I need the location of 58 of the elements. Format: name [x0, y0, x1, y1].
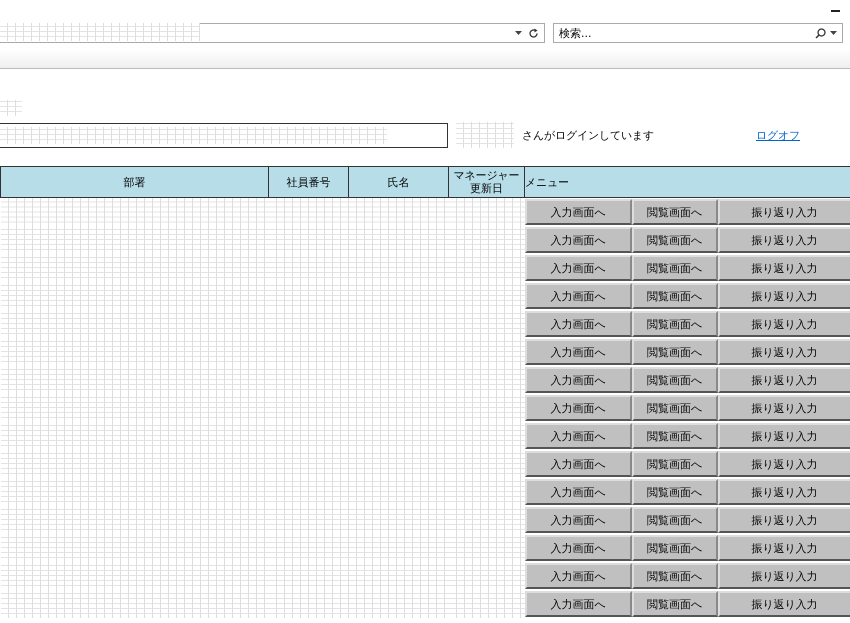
view-screen-button[interactable]: 閲覧画面へ [632, 227, 718, 253]
view-screen-button[interactable]: 閲覧画面へ [632, 395, 718, 421]
view-screen-button[interactable]: 閲覧画面へ [632, 339, 718, 365]
input-screen-button[interactable]: 入力画面へ [524, 479, 632, 505]
column-header: 氏名 [348, 166, 448, 198]
reflection-input-button[interactable]: 振り返り入力 [718, 507, 850, 533]
reflection-input-button[interactable]: 振り返り入力 [718, 227, 850, 253]
reflection-input-button[interactable]: 振り返り入力 [718, 255, 850, 281]
input-screen-button[interactable]: 入力画面へ [524, 255, 632, 281]
input-screen-button[interactable]: 入力画面へ [524, 591, 632, 617]
view-screen-button[interactable]: 閲覧画面へ [632, 367, 718, 393]
input-screen-button[interactable]: 入力画面へ [524, 311, 632, 337]
view-screen-button[interactable]: 閲覧画面へ [632, 535, 718, 561]
input-field[interactable] [0, 122, 448, 148]
search-field[interactable]: 検索... [553, 23, 843, 43]
reflection-input-button[interactable]: 振り返り入力 [718, 451, 850, 477]
view-screen-button[interactable]: 閲覧画面へ [632, 199, 718, 225]
reflection-input-button[interactable]: 振り返り入力 [718, 535, 850, 561]
input-screen-button[interactable]: 入力画面へ [524, 199, 632, 225]
dropdown-icon[interactable] [830, 31, 837, 35]
input-screen-button[interactable]: 入力画面へ [524, 535, 632, 561]
view-screen-button[interactable]: 閲覧画面へ [632, 283, 718, 309]
view-screen-button[interactable]: 閲覧画面へ [632, 255, 718, 281]
input-screen-button[interactable]: 入力画面へ [524, 507, 632, 533]
input-screen-button[interactable]: 入力画面へ [524, 395, 632, 421]
input-screen-button[interactable]: 入力画面へ [524, 563, 632, 589]
reflection-input-button[interactable]: 振り返り入力 [718, 367, 850, 393]
dropdown-icon[interactable] [515, 31, 522, 35]
reflection-input-button[interactable]: 振り返り入力 [718, 423, 850, 449]
column-header: メニュー [524, 166, 850, 198]
input-screen-button[interactable]: 入力画面へ [524, 367, 632, 393]
reflection-input-button[interactable]: 振り返り入力 [718, 339, 850, 365]
refresh-icon[interactable] [528, 28, 539, 38]
view-screen-button[interactable]: 閲覧画面へ [632, 311, 718, 337]
reflection-input-button[interactable]: 振り返り入力 [718, 479, 850, 505]
reflection-input-button[interactable]: 振り返り入力 [718, 591, 850, 617]
view-screen-button[interactable]: 閲覧画面へ [632, 451, 718, 477]
view-screen-button[interactable]: 閲覧画面へ [632, 563, 718, 589]
logoff-link[interactable]: ログオフ [756, 128, 800, 142]
reflection-input-button[interactable]: 振り返り入力 [718, 395, 850, 421]
input-screen-button[interactable]: 入力画面へ [524, 227, 632, 253]
column-header: 部署 [0, 166, 268, 198]
reflection-input-button[interactable]: 振り返り入力 [718, 563, 850, 589]
login-message: さんがログインしています [522, 128, 654, 142]
input-screen-button[interactable]: 入力画面へ [524, 339, 632, 365]
view-screen-button[interactable]: 閲覧画面へ [632, 591, 718, 617]
input-screen-button[interactable]: 入力画面へ [524, 283, 632, 309]
reflection-input-button[interactable]: 振り返り入力 [718, 311, 850, 337]
view-screen-button[interactable]: 閲覧画面へ [632, 479, 718, 505]
reflection-input-button[interactable]: 振り返り入力 [718, 199, 850, 225]
view-screen-button[interactable]: 閲覧画面へ [632, 423, 718, 449]
column-header: マネージャー更新日 [448, 166, 524, 198]
input-screen-button[interactable]: 入力画面へ [524, 451, 632, 477]
view-screen-button[interactable]: 閲覧画面へ [632, 507, 718, 533]
column-header: 社員番号 [268, 166, 348, 198]
reflection-input-button[interactable]: 振り返り入力 [718, 283, 850, 309]
input-screen-button[interactable]: 入力画面へ [524, 423, 632, 449]
search-icon[interactable] [815, 28, 826, 38]
